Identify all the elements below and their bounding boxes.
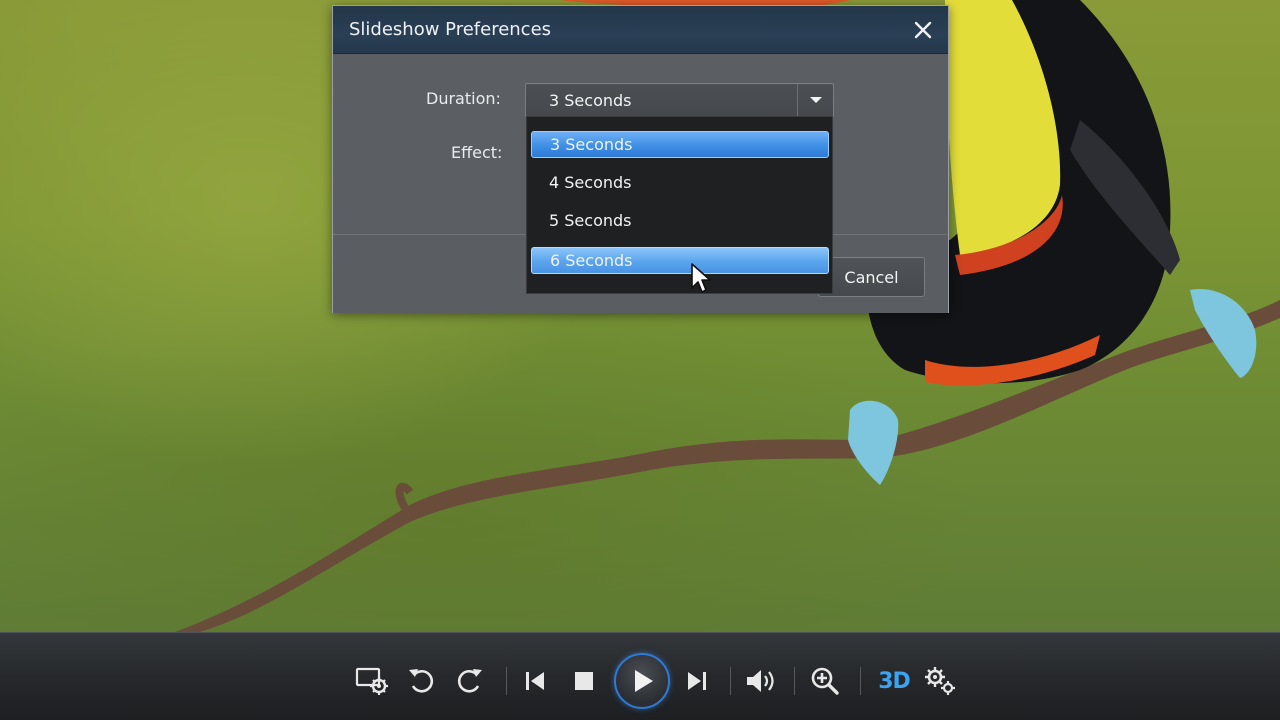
dropdown-option[interactable]: 6 Seconds [531,246,829,274]
volume-icon [747,670,774,692]
dialog-title: Slideshow Preferences [349,19,552,40]
volume-button[interactable] [743,663,779,699]
toolbar-separator [860,667,861,695]
dialog-titlebar[interactable]: Slideshow Preferences [333,6,948,54]
effect-label: Effect: [451,143,503,162]
zoom-in-icon [811,667,839,695]
3d-icon: 3D [878,668,911,694]
stop-icon [575,672,593,690]
duration-dropdown-list: 3 Seconds 4 Seconds 5 Seconds 6 Seconds [526,116,833,294]
dropdown-option[interactable]: 3 Seconds [531,131,829,158]
dropdown-option[interactable]: 5 Seconds [531,208,829,235]
rotate-left-icon [409,669,434,693]
settings-button[interactable] [922,663,958,699]
duration-select-value: 3 Seconds [549,91,632,110]
next-button[interactable] [679,663,715,699]
viewer-toolbar: 3D [0,632,1280,720]
next-icon [688,672,706,690]
mouse-cursor-icon [691,263,711,293]
zoom-in-button[interactable] [807,663,843,699]
rotate-right-button[interactable] [452,663,488,699]
cancel-button[interactable]: Cancel [818,257,925,297]
close-button[interactable] [908,16,938,44]
close-icon [914,21,932,39]
slideshow-settings-button[interactable] [354,663,390,699]
chevron-down-icon [809,97,822,103]
toolbar-separator [730,667,731,695]
settings-icon [925,667,955,695]
play-button[interactable] [614,653,670,709]
previous-button[interactable] [517,663,553,699]
3d-button[interactable]: 3D [876,663,912,699]
duration-select[interactable]: 3 Seconds [525,83,834,117]
dropdown-option[interactable]: 4 Seconds [531,170,829,197]
toolbar-separator [794,667,795,695]
rotate-left-button[interactable] [403,663,439,699]
duration-select-arrow[interactable] [797,84,833,116]
play-icon [635,670,653,692]
stop-button[interactable] [566,663,602,699]
previous-icon [526,672,544,690]
duration-label: Duration: [426,89,501,108]
rotate-right-icon [457,669,482,693]
toolbar-separator [506,667,507,695]
slideshow-settings-icon [355,667,388,695]
